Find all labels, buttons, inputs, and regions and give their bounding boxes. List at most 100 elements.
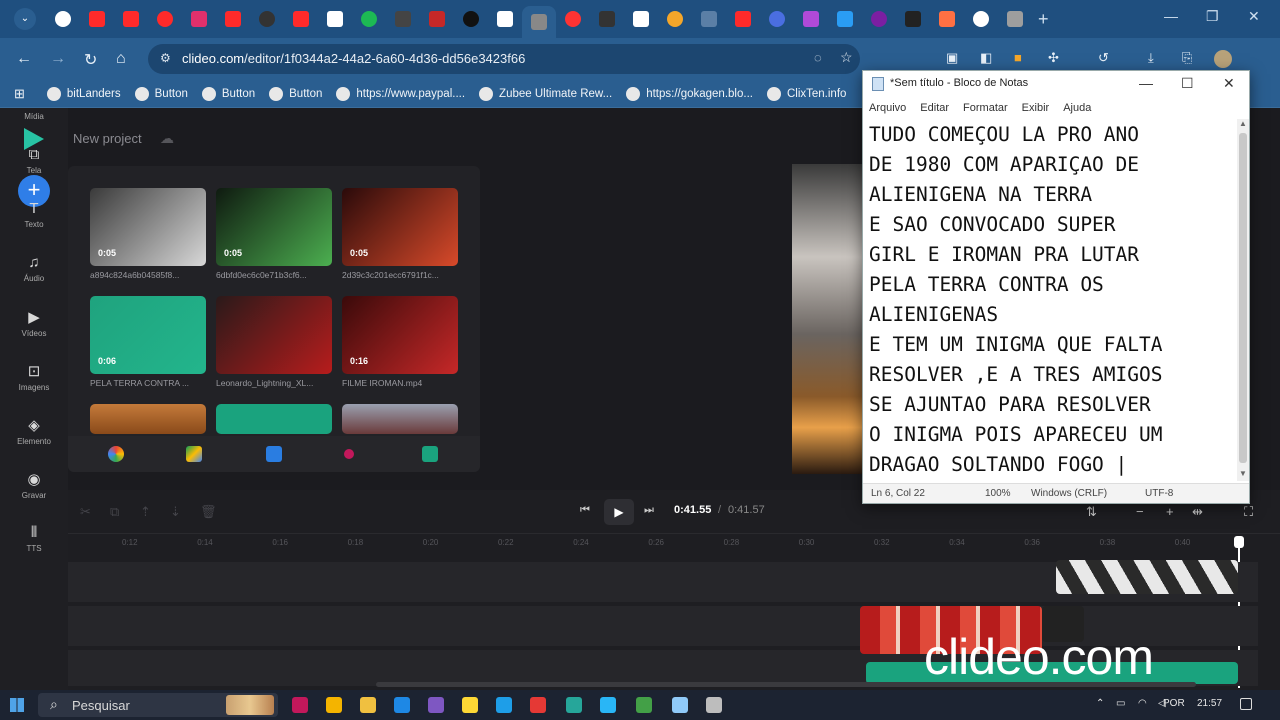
- browser-tab[interactable]: [964, 5, 998, 33]
- notes-icon[interactable]: [462, 697, 478, 713]
- zoom-out-icon[interactable]: −: [1136, 504, 1144, 519]
- apps-grid-icon[interactable]: ⊞: [14, 86, 25, 102]
- browser-tab[interactable]: [794, 5, 828, 33]
- outlook-icon[interactable]: [394, 697, 410, 713]
- sidebar-item[interactable]: T Texto: [0, 200, 68, 229]
- reload-icon[interactable]: ↻: [84, 50, 97, 70]
- scroll-down-icon[interactable]: ▼: [1239, 469, 1247, 478]
- windows-start-icon[interactable]: [10, 698, 24, 712]
- move-up-icon[interactable]: ⇡: [140, 504, 151, 520]
- media-thumb[interactable]: 0:05: [216, 188, 332, 266]
- clock[interactable]: 21:57: [1197, 698, 1222, 709]
- chevron-up-icon[interactable]: ⌃: [1096, 698, 1104, 709]
- scroll-up-icon[interactable]: ▲: [1239, 119, 1247, 128]
- ms-store-icon[interactable]: [292, 697, 308, 713]
- record-icon[interactable]: [344, 449, 354, 459]
- extension-icon[interactable]: ■: [1014, 50, 1022, 65]
- file-explorer-icon[interactable]: [326, 697, 342, 713]
- browser-tab[interactable]: [522, 6, 556, 38]
- browser-tab[interactable]: [46, 5, 80, 33]
- browser-tab[interactable]: [998, 5, 1032, 33]
- browser-tab[interactable]: [114, 5, 148, 33]
- restore-icon[interactable]: ❐: [1206, 8, 1219, 25]
- browser-tab[interactable]: [216, 5, 250, 33]
- notepad-menu-item[interactable]: Exibir: [1022, 102, 1050, 114]
- site-info-icon[interactable]: ⚙: [160, 51, 171, 65]
- folder-icon[interactable]: [360, 697, 376, 713]
- forward-icon[interactable]: →: [50, 50, 66, 68]
- bookmark-item[interactable]: ClixTen.info: [766, 86, 846, 101]
- taskbar-search[interactable]: ⌕ Pesquisar: [38, 693, 278, 717]
- browser-tab[interactable]: [590, 5, 624, 33]
- language-indicator[interactable]: POR: [1163, 698, 1185, 709]
- video-clip[interactable]: [1056, 560, 1238, 594]
- scroll-thumb[interactable]: [1239, 133, 1247, 463]
- copy-icon[interactable]: ⧉: [110, 504, 119, 520]
- eye-off-icon[interactable]: ◌: [814, 50, 822, 65]
- playhead-handle[interactable]: [1234, 536, 1244, 548]
- project-name[interactable]: New project: [73, 131, 142, 146]
- skip-forward-icon[interactable]: ⏭: [644, 504, 654, 517]
- notepad-text[interactable]: TUDO COMEÇOU LA PRO ANO DE 1980 COM APARI…: [869, 120, 1163, 480]
- cast-icon[interactable]: ⎘: [1182, 50, 1192, 66]
- edge-icon[interactable]: [496, 697, 512, 713]
- zoom-in-icon[interactable]: +: [1166, 504, 1174, 519]
- browser-tab[interactable]: [556, 5, 590, 33]
- sidebar-item[interactable]: ⊡ Imagens: [0, 362, 68, 392]
- fit-icon[interactable]: ⇹: [1192, 504, 1203, 520]
- sidebar-item[interactable]: ⧉ Tela: [0, 146, 68, 175]
- bookmark-star-icon[interactable]: ☆: [840, 49, 853, 66]
- browser-tab[interactable]: [420, 5, 454, 33]
- minimize-icon[interactable]: —: [1139, 75, 1153, 91]
- notepad-menu-item[interactable]: Arquivo: [869, 102, 906, 114]
- history-icon[interactable]: ↺: [1098, 50, 1109, 66]
- network-icon[interactable]: ▭: [1116, 698, 1125, 709]
- photos-icon[interactable]: [428, 697, 444, 713]
- notepad-menu-item[interactable]: Editar: [920, 102, 949, 114]
- browser-tab[interactable]: [182, 5, 216, 33]
- media-thumb[interactable]: 0:06: [90, 296, 206, 374]
- notification-icon[interactable]: [1240, 698, 1252, 710]
- google-photos-icon[interactable]: [108, 446, 124, 462]
- browser-tab[interactable]: [284, 5, 318, 33]
- audio-wave-icon[interactable]: [422, 446, 438, 462]
- bookmark-item[interactable]: bitLanders: [46, 86, 121, 101]
- browser-tab[interactable]: [488, 5, 522, 33]
- notepad-titlebar[interactable]: *Sem título - Bloco de Notas — ☐ ✕: [863, 71, 1249, 97]
- bookmark-item[interactable]: Button: [201, 86, 255, 101]
- sidebar-item[interactable]: ▶ Vídeos: [0, 308, 68, 338]
- bookmark-item[interactable]: https://gokagen.blo...: [626, 86, 753, 101]
- chrome-icon[interactable]: [636, 697, 652, 713]
- notepad-menu-item[interactable]: Ajuda: [1063, 102, 1091, 114]
- video-preview[interactable]: [792, 164, 864, 474]
- media-thumb[interactable]: [216, 404, 332, 434]
- browser-tab[interactable]: [862, 5, 896, 33]
- google-drive-icon[interactable]: [186, 446, 202, 462]
- fullscreen-icon[interactable]: ⛶: [1244, 504, 1253, 520]
- vscode-icon[interactable]: [566, 697, 582, 713]
- sidebar-item[interactable]: ⦀ TTS: [0, 524, 68, 553]
- back-icon[interactable]: ←: [16, 50, 32, 68]
- chrome-icon[interactable]: [530, 697, 546, 713]
- play-button[interactable]: ▶: [604, 499, 634, 525]
- puzzle-icon[interactable]: ✣: [1048, 50, 1059, 66]
- browser-tab[interactable]: [454, 5, 488, 33]
- skip-back-icon[interactable]: ⏮: [580, 504, 590, 517]
- extension-icon[interactable]: ◧: [980, 50, 992, 66]
- browser-tab[interactable]: [726, 5, 760, 33]
- browser-tab[interactable]: [386, 5, 420, 33]
- dropbox-icon[interactable]: [266, 446, 282, 462]
- media-thumb[interactable]: [342, 404, 458, 434]
- browser-tab[interactable]: [828, 5, 862, 33]
- media-thumb[interactable]: 0:16: [342, 296, 458, 374]
- delete-icon[interactable]: 🗑: [200, 504, 217, 520]
- close-icon[interactable]: ✕: [1223, 75, 1235, 92]
- minimize-icon[interactable]: —: [1164, 8, 1178, 24]
- close-window-icon[interactable]: ✕: [1248, 8, 1260, 25]
- extension-icon[interactable]: ▣: [946, 50, 958, 66]
- notepad-icon[interactable]: [672, 697, 688, 713]
- home-icon[interactable]: ⌂: [116, 50, 126, 68]
- bookmark-item[interactable]: Button: [269, 86, 322, 101]
- bookmark-item[interactable]: Zubee Ultimate Rew...: [479, 86, 612, 101]
- move-down-icon[interactable]: ⇣: [170, 504, 181, 520]
